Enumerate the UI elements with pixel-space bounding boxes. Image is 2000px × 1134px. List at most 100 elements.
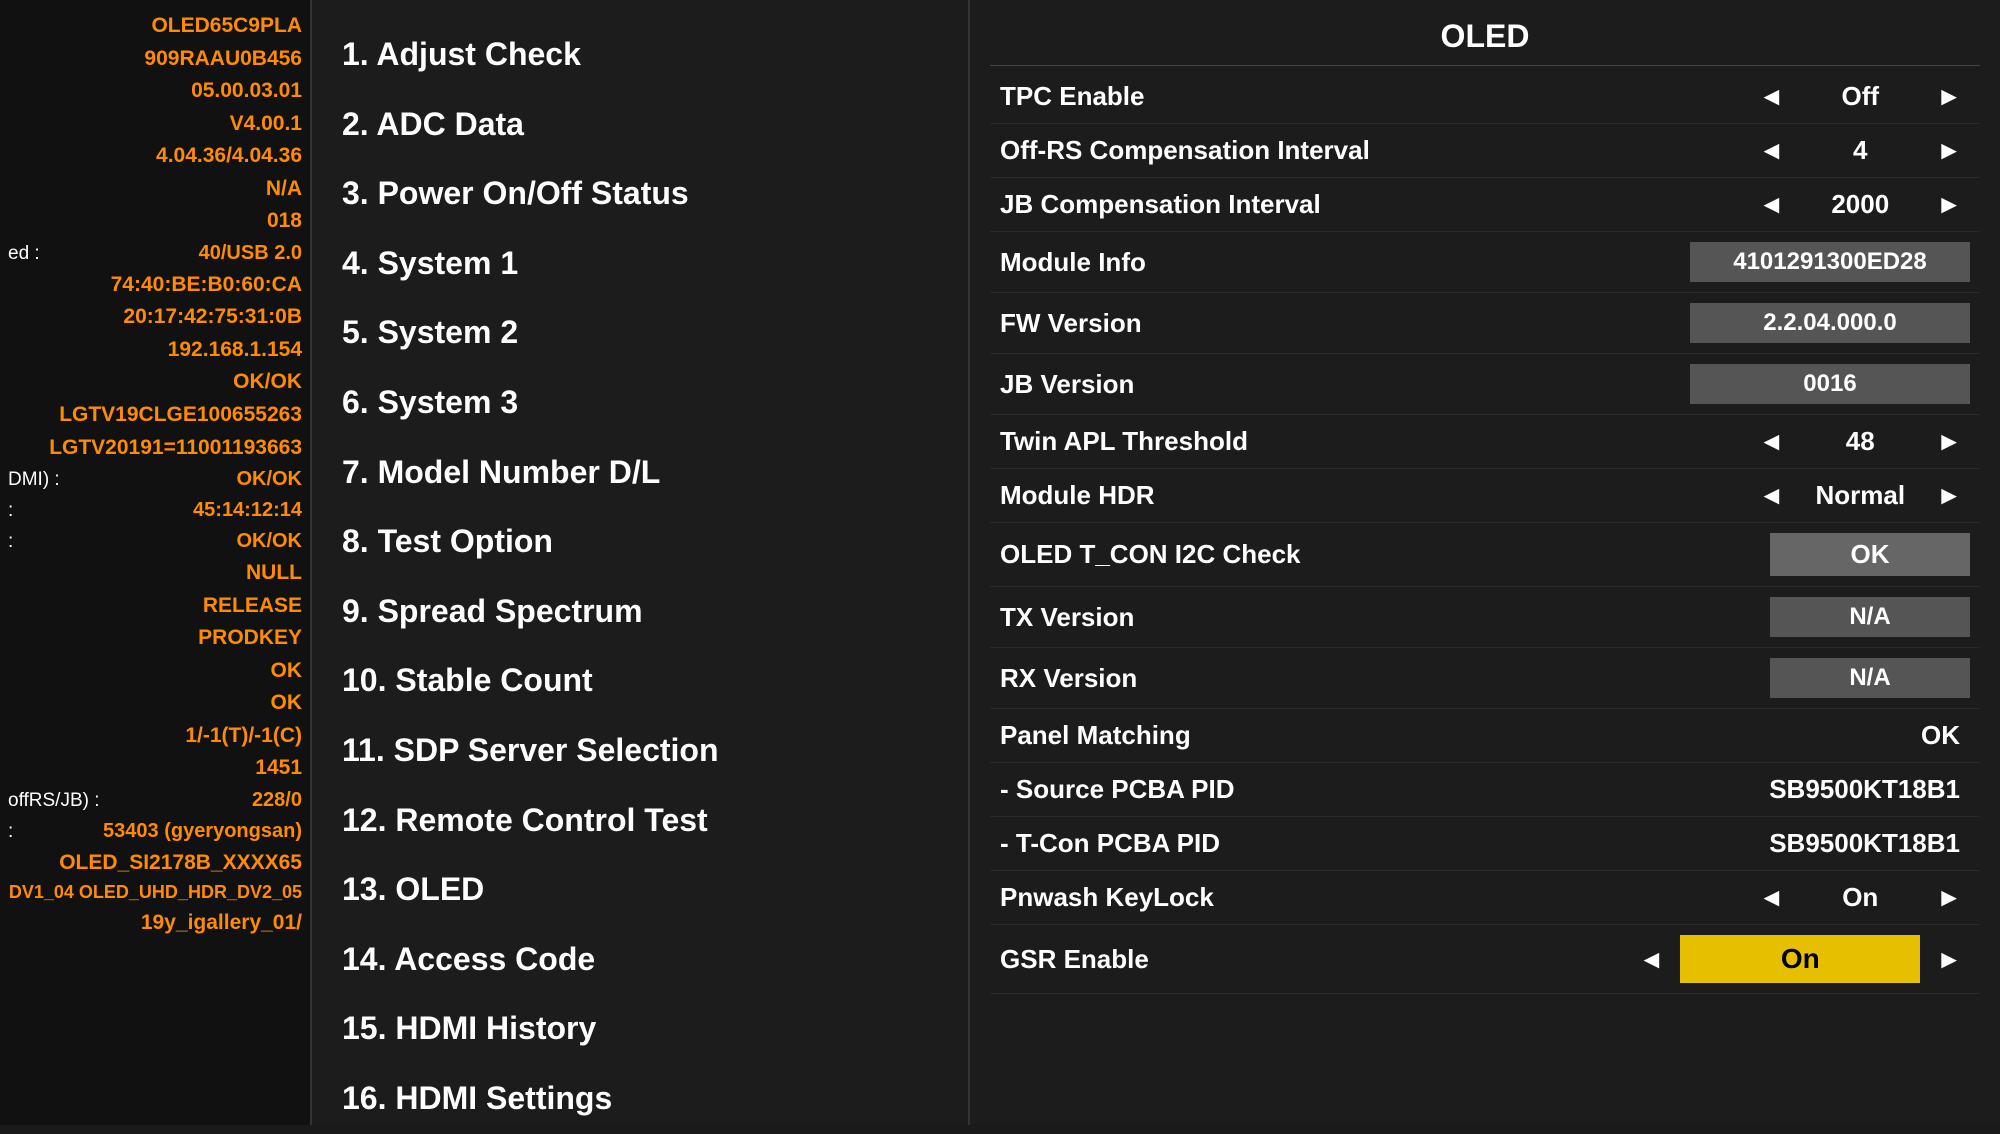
menu-item-2[interactable]: 2. ADC Data [342, 90, 938, 160]
setting-plain-11: OK [1921, 720, 1970, 751]
oled-si: OLED_SI2178B_XXXX65 [8, 847, 302, 880]
offrs-value: 228/0 [252, 785, 302, 816]
setting-value-area-2: ◄2000 ► [1510, 189, 1980, 220]
setting-row-7: Module HDR◄Normal► [990, 469, 1980, 523]
arrow-left-2[interactable]: ◄ [1751, 189, 1793, 220]
setting-row-15: GSR Enable◄On► [990, 925, 1980, 994]
setting-value-area-14: ◄On ► [1510, 882, 1980, 913]
dv-info: DV1_04 OLED_UHD_HDR_DV2_05 [8, 879, 302, 907]
setting-row-13: - T-Con PCBA PID SB9500KT18B1 [990, 817, 1980, 871]
setting-label-4: FW Version [990, 308, 1510, 339]
arrow-right-1[interactable]: ► [1928, 135, 1970, 166]
setting-row-12: - Source PCBA PIDSB9500KT18B1 [990, 763, 1980, 817]
mac1: 74:40:BE:B0:60:CA [8, 269, 302, 302]
arrow-left-15[interactable]: ◄ [1631, 944, 1673, 975]
setting-na-9: N/A [1770, 597, 1970, 637]
setting-row-0: TPC Enable ◄Off ► [990, 70, 1980, 124]
arrow-left-1[interactable]: ◄ [1751, 135, 1793, 166]
setting-label-0: TPC Enable [990, 81, 1510, 112]
gallery-info: 19y_igallery_01/ [8, 907, 302, 940]
arrow-right-7[interactable]: ► [1928, 480, 1970, 511]
ip-address: 192.168.1.154 [8, 334, 302, 367]
menu-item-10[interactable]: 10. Stable Count [342, 646, 938, 716]
val-1451: 1451 [8, 752, 302, 785]
arrow-right-14[interactable]: ► [1928, 882, 1970, 913]
setting-value-area-15: ◄On ► [1510, 935, 1980, 983]
arrow-right-2[interactable]: ► [1928, 189, 1970, 220]
arrow-left-0[interactable]: ◄ [1751, 81, 1793, 112]
setting-row-6: Twin APL Threshold ◄48 ► [990, 415, 1980, 469]
menu-item-12[interactable]: 12. Remote Control Test [342, 786, 938, 856]
arrow-left-14[interactable]: ◄ [1751, 882, 1793, 913]
menu-item-7[interactable]: 7. Model Number D/L [342, 438, 938, 508]
arrow-left-7[interactable]: ◄ [1751, 480, 1793, 511]
setting-label-11: Panel Matching [990, 720, 1510, 751]
setting-label-9: TX Version [990, 602, 1510, 633]
ok-2: OK [8, 687, 302, 720]
setting-value-area-11: OK [1510, 720, 1980, 751]
setting-row-8: OLED T_CON I2C CheckOK [990, 523, 1980, 587]
setting-value-area-7: ◄Normal► [1510, 480, 1980, 511]
store-value: 53403 (gyeryongsan) [103, 816, 302, 847]
setting-value-area-12: SB9500KT18B1 [1510, 774, 1980, 805]
setting-highlight-15: On [1680, 935, 1920, 983]
menu-item-6[interactable]: 6. System 3 [342, 368, 938, 438]
setting-label-1: Off-RS Compensation Interval [990, 135, 1510, 166]
setting-value-14: On [1800, 882, 1920, 913]
version2: V4.00.1 [8, 108, 302, 141]
setting-row-3: Module Info4101291300ED28 [990, 232, 1980, 293]
setting-label-7: Module HDR [990, 480, 1510, 511]
setting-value-6: 48 [1800, 426, 1920, 457]
setting-label-13: - T-Con PCBA PID [990, 828, 1510, 859]
offrs-label: offRS/JB) : [8, 786, 100, 815]
menu-item-3[interactable]: 3. Power On/Off Status [342, 159, 938, 229]
setting-value-0: Off [1800, 81, 1920, 112]
arrow-left-6[interactable]: ◄ [1751, 426, 1793, 457]
setting-row-14: Pnwash KeyLock ◄On ► [990, 871, 1980, 925]
setting-row-11: Panel Matching OK [990, 709, 1980, 763]
version1: 05.00.03.01 [8, 75, 302, 108]
menu-panel: 1. Adjust Check2. ADC Data3. Power On/Of… [310, 0, 970, 1125]
val018: 018 [8, 205, 302, 238]
menu-item-9[interactable]: 9. Spread Spectrum [342, 577, 938, 647]
menu-item-1[interactable]: 1. Adjust Check [342, 20, 938, 90]
setting-value-area-10: N/A [1510, 658, 1980, 698]
setting-value-area-8: OK [1510, 533, 1980, 576]
setting-row-10: RX VersionN/A [990, 648, 1980, 709]
serial-number: 909RAAU0B456 [8, 43, 302, 76]
ok-1: OK [8, 655, 302, 688]
ok-ok-2: OK/OK [236, 526, 302, 557]
setting-value-area-3: 4101291300ED28 [1510, 242, 1980, 282]
menu-item-11[interactable]: 11. SDP Server Selection [342, 716, 938, 786]
setting-label-12: - Source PCBA PID [990, 774, 1510, 805]
setting-row-9: TX Version N/A [990, 587, 1980, 648]
setting-label-5: JB Version [990, 369, 1510, 400]
setting-value-area-4: 2.2.04.000.0 [1510, 303, 1980, 343]
menu-item-15[interactable]: 15. HDMI History [342, 994, 938, 1064]
setting-ok-8: OK [1770, 533, 1970, 576]
model-name: OLED65C9PLA [8, 10, 302, 43]
arrow-right-0[interactable]: ► [1928, 81, 1970, 112]
setting-plain-13: SB9500KT18B1 [1769, 828, 1970, 859]
arrow-right-6[interactable]: ► [1928, 426, 1970, 457]
store-label: : [8, 817, 13, 846]
oled-settings-panel: OLED TPC Enable◄Off►Off-RS Compensation … [970, 0, 2000, 1125]
setting-value-area-0: ◄Off ► [1510, 81, 1980, 112]
menu-item-16[interactable]: 16. HDMI Settings [342, 1064, 938, 1134]
left-info-panel: OLED65C9PLA 909RAAU0B456 05.00.03.01 V4.… [0, 0, 310, 1125]
ed-label: ed : [8, 239, 40, 268]
menu-item-14[interactable]: 14. Access Code [342, 925, 938, 995]
prodkey-text: PRODKEY [8, 622, 302, 655]
lgtv-2: LGTV20191=11001193663 [8, 432, 302, 465]
setting-label-14: Pnwash KeyLock [990, 882, 1510, 913]
release-text: RELEASE [8, 590, 302, 623]
menu-item-8[interactable]: 8. Test Option [342, 507, 938, 577]
menu-item-5[interactable]: 5. System 2 [342, 298, 938, 368]
menu-item-13[interactable]: 13. OLED [342, 855, 938, 925]
setting-value-2: 2000 [1800, 189, 1920, 220]
menu-item-4[interactable]: 4. System 1 [342, 229, 938, 299]
arrow-right-15[interactable]: ► [1928, 944, 1970, 975]
setting-label-6: Twin APL Threshold [990, 426, 1510, 457]
setting-value-area-5: 0016 [1510, 364, 1980, 404]
setting-box-4: 2.2.04.000.0 [1690, 303, 1970, 343]
